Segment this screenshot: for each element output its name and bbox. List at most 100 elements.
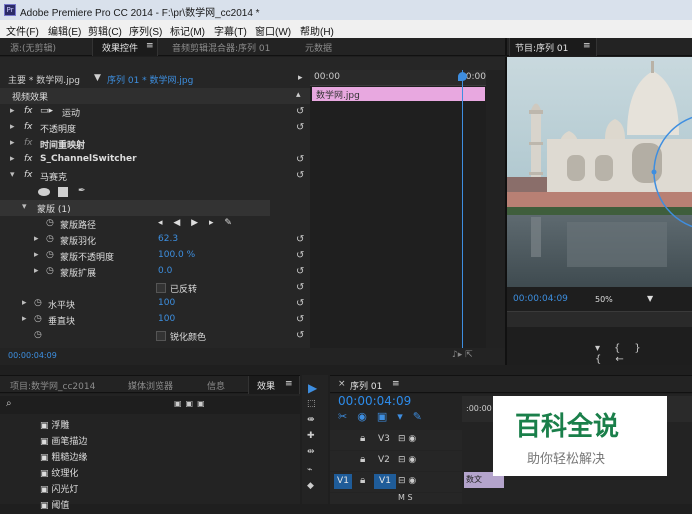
stopwatch-icon[interactable]: ◷ xyxy=(46,234,54,244)
list-item[interactable]: ▣ 画笔描边 xyxy=(40,434,87,450)
stopwatch-icon[interactable]: ◷ xyxy=(34,298,42,308)
rectangle-mask-icon[interactable] xyxy=(58,187,68,197)
scroll-up-icon[interactable]: ▴ xyxy=(296,90,301,100)
fx-icon[interactable]: fx xyxy=(24,106,33,116)
reset-icon[interactable]: ↺ xyxy=(296,154,304,165)
effect-channel-switcher[interactable]: S_ChannelSwitcher xyxy=(40,154,137,164)
stopwatch-icon[interactable]: ◷ xyxy=(46,250,54,260)
stopwatch-icon[interactable]: ◷ xyxy=(46,218,54,228)
list-item[interactable]: ▣ 浮雕 xyxy=(40,418,87,434)
effect-motion[interactable]: 运动 xyxy=(62,106,80,119)
slip-tool-icon[interactable]: ◆ xyxy=(307,481,314,491)
h-blocks-value[interactable]: 100 xyxy=(158,298,175,308)
mask-label[interactable]: 蒙版 (1) xyxy=(37,202,71,215)
reset-icon[interactable]: ↺ xyxy=(296,330,304,341)
panel-menu-icon[interactable]: ≡ xyxy=(392,379,400,389)
expand-arrow-icon[interactable]: ▸ xyxy=(22,298,27,308)
effect-mosaic[interactable]: 马赛克 xyxy=(40,170,67,183)
reset-icon[interactable]: ↺ xyxy=(296,282,304,293)
program-preview-image[interactable] xyxy=(507,57,692,287)
fx-icon[interactable]: fx xyxy=(24,154,33,164)
rate-stretch-tool-icon[interactable]: ⇹ xyxy=(307,447,315,457)
tab-source[interactable]: 源:(无剪辑) xyxy=(10,41,56,54)
list-item[interactable]: ▣ 纹理化 xyxy=(40,466,87,482)
expand-arrow-icon[interactable]: ▸ xyxy=(10,106,15,116)
ec-playhead-handle[interactable] xyxy=(458,72,467,81)
program-scrubber[interactable] xyxy=(507,311,692,327)
reset-icon[interactable]: ↺ xyxy=(296,250,304,261)
menu-file[interactable]: 文件(F) xyxy=(6,23,39,38)
tab-info[interactable]: 信息 xyxy=(207,379,225,392)
inverted-checkbox[interactable] xyxy=(156,283,166,293)
mask-track-controls[interactable]: ◂ ◀ ▶ ▸ ✎ xyxy=(158,218,236,228)
expand-arrow-icon[interactable]: ▸ xyxy=(10,122,15,132)
track-select-tool-icon[interactable]: ⬚ xyxy=(307,399,316,409)
reset-icon[interactable]: ↺ xyxy=(296,106,304,117)
tab-project[interactable]: 项目:数学网_cc2014 xyxy=(10,379,95,392)
track-mute-solo[interactable]: M S xyxy=(398,493,413,502)
ripple-edit-tool-icon[interactable]: ⇼ xyxy=(307,415,315,425)
ec-clip-bar[interactable]: 数学网.jpg xyxy=(312,87,485,101)
tab-media-browser[interactable]: 媒体浏览器 xyxy=(128,379,173,392)
menu-help[interactable]: 帮助(H) xyxy=(300,23,334,38)
list-item[interactable]: ▣ 粗糙边缘 xyxy=(40,450,87,466)
ec-scrollbar[interactable] xyxy=(486,70,505,350)
menu-window[interactable]: 窗口(W) xyxy=(255,23,291,38)
stopwatch-icon[interactable]: ◷ xyxy=(34,330,42,340)
tab-program[interactable]: 节目:序列 01 xyxy=(515,41,568,54)
dropdown-arrow-icon[interactable]: ▼ xyxy=(94,73,101,83)
expand-arrow-icon[interactable]: ▸ xyxy=(10,154,15,164)
rolling-edit-tool-icon[interactable]: ✚ xyxy=(307,431,315,441)
zoom-dropdown-icon[interactable]: ▼ xyxy=(647,294,653,303)
ec-footer-icons[interactable]: ♪▸ ⇱ xyxy=(452,350,473,360)
lock-icon[interactable]: 🔒︎ xyxy=(360,433,365,444)
list-item[interactable]: ▣ 闪光灯 xyxy=(40,482,87,498)
panel-menu-icon[interactable]: ≡ xyxy=(285,379,293,389)
ec-time-display[interactable]: 00:00:04:09 xyxy=(8,351,57,360)
reset-icon[interactable]: ↺ xyxy=(296,298,304,309)
reset-icon[interactable]: ↺ xyxy=(296,314,304,325)
menu-clip[interactable]: 剪辑(C) xyxy=(88,23,122,38)
menu-marker[interactable]: 标记(M) xyxy=(170,23,205,38)
play-only-icon[interactable]: ▸ xyxy=(298,73,303,83)
expand-arrow-icon[interactable]: ▸ xyxy=(10,138,15,148)
reset-icon[interactable]: ↺ xyxy=(296,122,304,133)
panel-menu-icon[interactable]: ≡ xyxy=(146,41,154,51)
mask-expand-value[interactable]: 0.0 xyxy=(158,266,172,276)
search-icon[interactable]: ⌕ xyxy=(6,398,12,409)
expand-arrow-icon[interactable]: ▸ xyxy=(34,266,39,276)
stopwatch-icon[interactable]: ◷ xyxy=(46,266,54,276)
tab-sequence[interactable]: 序列 01 xyxy=(350,379,382,392)
expand-arrow-icon[interactable]: ▸ xyxy=(34,250,39,260)
master-clip-label[interactable]: 主要 * 数学网.jpg xyxy=(8,73,80,86)
sequence-clip-label[interactable]: 序列 01 * 数学网.jpg xyxy=(107,73,193,86)
menu-title[interactable]: 字幕(T) xyxy=(214,23,247,38)
track-controls[interactable]: ⊟ ◉ xyxy=(398,434,416,444)
menu-sequence[interactable]: 序列(S) xyxy=(129,23,162,38)
effects-search-bar[interactable]: ⌕ ▣▣▣ xyxy=(0,396,300,414)
pen-mask-icon[interactable]: ✒ xyxy=(78,186,86,196)
lock-icon[interactable]: 🔒︎ xyxy=(360,454,365,465)
timeline-timecode[interactable]: 00:00:04:09 xyxy=(338,394,411,408)
mask-opacity-value[interactable]: 100.0 % xyxy=(158,250,195,260)
effect-time-remap[interactable]: 时间重映射 xyxy=(40,138,85,151)
transport-controls[interactable]: ▾{}{← xyxy=(595,343,692,365)
track-controls[interactable]: ⊟ ◉ xyxy=(398,455,416,465)
reset-icon[interactable]: ↺ xyxy=(296,266,304,277)
sharpen-checkbox[interactable] xyxy=(156,331,166,341)
reset-icon[interactable]: ↺ xyxy=(296,170,304,181)
ec-playhead[interactable] xyxy=(462,70,463,350)
menu-edit[interactable]: 编辑(E) xyxy=(48,23,81,38)
track-label-v1[interactable]: V1 xyxy=(374,474,396,489)
fx-icon[interactable]: fx xyxy=(24,122,33,132)
v-blocks-value[interactable]: 100 xyxy=(158,314,175,324)
ellipse-mask-icon[interactable] xyxy=(38,188,50,196)
timeline-tools[interactable]: ✂◉▣▾✎ xyxy=(338,410,432,423)
tab-metadata[interactable]: 元数据 xyxy=(305,41,332,54)
tab-audio-mixer[interactable]: 音频剪辑混合器:序列 01 xyxy=(172,41,270,54)
expand-arrow-icon[interactable]: ▸ xyxy=(34,234,39,244)
lock-icon[interactable]: 🔒︎ xyxy=(360,475,365,486)
expand-arrow-icon[interactable]: ▸ xyxy=(22,314,27,324)
source-patch-v1[interactable]: V1 xyxy=(334,474,352,489)
razor-tool-icon[interactable]: ⌁ xyxy=(307,465,312,475)
